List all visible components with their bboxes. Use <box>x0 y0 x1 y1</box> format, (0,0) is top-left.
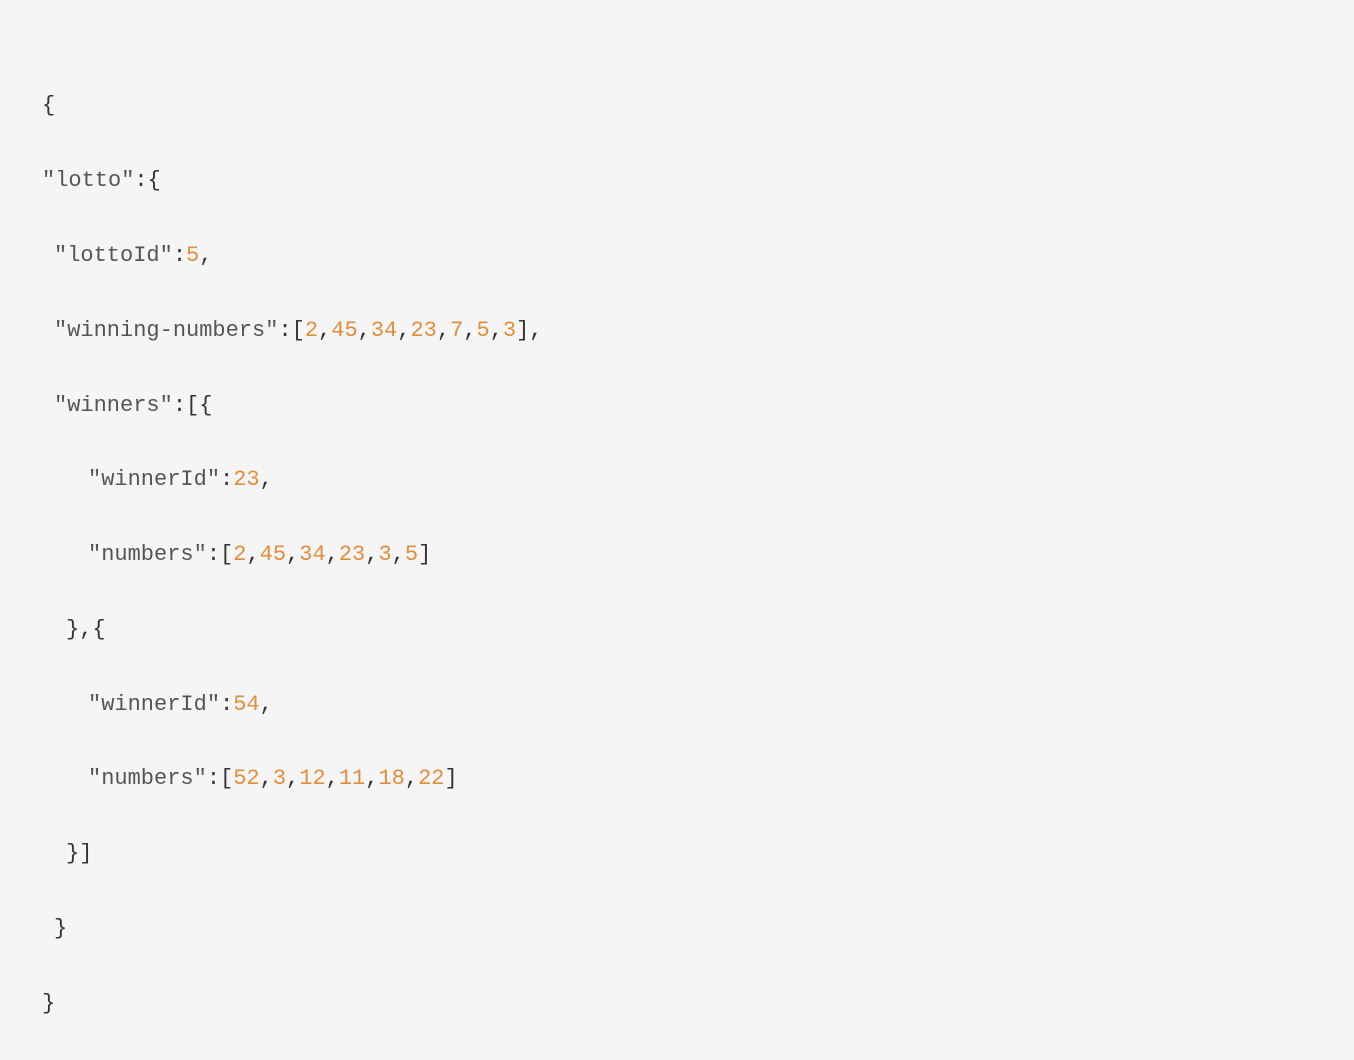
json-number: 23 <box>339 542 365 567</box>
json-key: "winnerId" <box>88 692 220 717</box>
punct: , <box>365 766 378 791</box>
punct: , <box>318 318 331 343</box>
json-key: "winnerId" <box>88 467 220 492</box>
json-number: 3 <box>273 766 286 791</box>
json-number: 2 <box>305 318 318 343</box>
code-line: } <box>42 910 1312 947</box>
json-key: "lotto" <box>42 168 134 193</box>
punct: :[{ <box>173 393 213 418</box>
json-number: 23 <box>410 318 436 343</box>
json-key: "numbers" <box>88 766 207 791</box>
punct: , <box>260 766 273 791</box>
punct: ], <box>516 318 542 343</box>
code-line: { <box>42 87 1312 124</box>
brace: } <box>42 991 55 1016</box>
json-number: 5 <box>405 542 418 567</box>
punct: , <box>326 542 339 567</box>
code-line: }] <box>42 835 1312 872</box>
punct: :[ <box>207 542 233 567</box>
punct: , <box>397 318 410 343</box>
punct: , <box>365 542 378 567</box>
brace: } <box>54 916 67 941</box>
punct: : <box>220 692 233 717</box>
punct: ] <box>444 766 457 791</box>
brace: { <box>42 93 55 118</box>
punct: , <box>286 766 299 791</box>
code-line: "winning-numbers":[2,45,34,23,7,5,3], <box>42 312 1312 349</box>
json-number: 3 <box>378 542 391 567</box>
json-number: 45 <box>260 542 286 567</box>
punct: , <box>286 542 299 567</box>
punct: : <box>220 467 233 492</box>
json-number: 2 <box>233 542 246 567</box>
code-line: "lottoId":5, <box>42 237 1312 274</box>
json-number: 5 <box>476 318 489 343</box>
json-number: 12 <box>299 766 325 791</box>
punct: , <box>405 766 418 791</box>
json-number: 52 <box>233 766 259 791</box>
punct: , <box>392 542 405 567</box>
punct: :[ <box>278 318 304 343</box>
punct: , <box>246 542 259 567</box>
punct: , <box>490 318 503 343</box>
punct: , <box>358 318 371 343</box>
code-line: "lotto":{ <box>42 162 1312 199</box>
punct: , <box>199 243 212 268</box>
json-key: "lottoId" <box>54 243 173 268</box>
json-number: 34 <box>299 542 325 567</box>
code-line: "numbers":[2,45,34,23,3,5] <box>42 536 1312 573</box>
json-key: "numbers" <box>88 542 207 567</box>
punct: ] <box>418 542 431 567</box>
json-number: 45 <box>331 318 357 343</box>
json-number: 7 <box>450 318 463 343</box>
punct: , <box>463 318 476 343</box>
json-number: 23 <box>233 467 259 492</box>
code-line: "winners":[{ <box>42 387 1312 424</box>
code-line: },{ <box>42 611 1312 648</box>
code-block: { "lotto":{ "lottoId":5, "winning-number… <box>42 50 1312 1060</box>
punct: }] <box>66 841 92 866</box>
code-line: "winnerId":23, <box>42 461 1312 498</box>
punct: , <box>260 692 273 717</box>
punct: :{ <box>134 168 160 193</box>
json-number: 5 <box>186 243 199 268</box>
json-key: "winners" <box>54 393 173 418</box>
code-line: "numbers":[52,3,12,11,18,22] <box>42 760 1312 797</box>
punct: : <box>173 243 186 268</box>
code-line: "winnerId":54, <box>42 686 1312 723</box>
punct: , <box>326 766 339 791</box>
json-number: 54 <box>233 692 259 717</box>
json-number: 34 <box>371 318 397 343</box>
json-number: 11 <box>339 766 365 791</box>
json-number: 3 <box>503 318 516 343</box>
code-line: } <box>42 985 1312 1022</box>
punct: , <box>437 318 450 343</box>
punct: :[ <box>207 766 233 791</box>
json-key: "winning-numbers" <box>54 318 278 343</box>
json-number: 18 <box>378 766 404 791</box>
punct: , <box>260 467 273 492</box>
punct: },{ <box>66 617 106 642</box>
json-number: 22 <box>418 766 444 791</box>
